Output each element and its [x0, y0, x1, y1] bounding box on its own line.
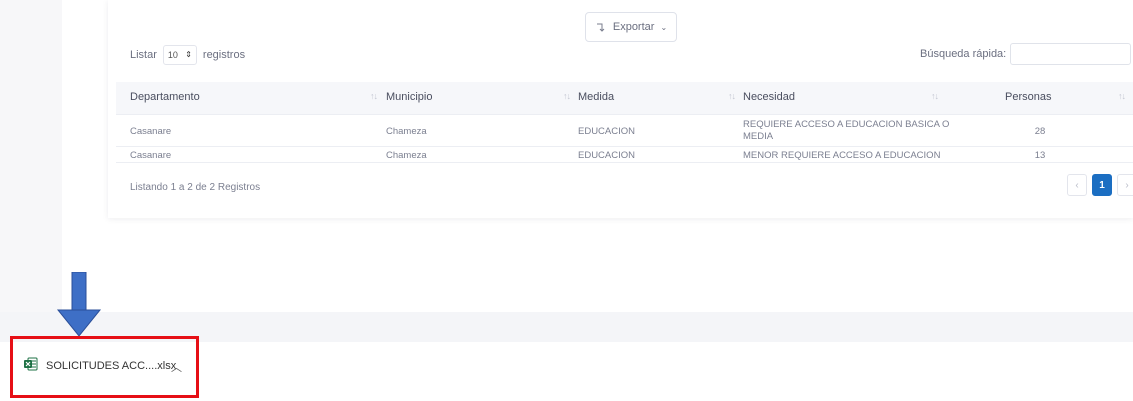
chevron-left-icon: ‹: [1075, 179, 1079, 191]
row-divider: [116, 146, 1133, 147]
cell-personas: 28: [1034, 126, 1046, 137]
cell-departamento: Casanare: [130, 150, 172, 161]
cell-departamento: Casanare: [130, 126, 172, 137]
chevron-right-icon: ›: [1125, 179, 1129, 191]
cell-medida: EDUCACION: [578, 126, 636, 137]
header-personas[interactable]: Personas: [1005, 91, 1051, 103]
header-medida[interactable]: Medida: [578, 91, 614, 103]
sort-icon[interactable]: ↑↓: [1118, 91, 1126, 101]
length-suffix-label: registros: [202, 49, 246, 61]
header-necesidad[interactable]: Necesidad: [743, 91, 795, 103]
header-municipio[interactable]: Municipio: [386, 91, 432, 103]
export-label: Exportar: [612, 21, 655, 33]
pagination-page-button[interactable]: 1: [1092, 174, 1112, 196]
row-divider: [116, 114, 1133, 115]
sort-icon[interactable]: ↑↓: [931, 91, 939, 101]
download-filename: SOLICITUDES ACC....xlsx: [46, 359, 177, 372]
search-label: Búsqueda rápida:: [920, 48, 1007, 60]
page-length-value: 10: [167, 50, 178, 60]
export-icon: [595, 21, 607, 33]
cell-necesidad: REQUIERE ACCESO A EDUCACION BASICA O MED…: [743, 119, 950, 142]
excel-file-icon: [24, 357, 38, 374]
cell-personas: 13: [1034, 150, 1046, 161]
sort-icon[interactable]: ↑↓: [370, 91, 378, 101]
row-divider: [116, 162, 1133, 163]
down-arrow-annotation-icon: [56, 271, 102, 343]
search-input[interactable]: [1010, 43, 1132, 65]
pagination-next-button[interactable]: ›: [1117, 174, 1133, 196]
export-button[interactable]: Exportar ⌄: [585, 12, 677, 42]
pagination: ‹ 1 ›: [1067, 174, 1133, 196]
table-header: [116, 82, 1133, 114]
left-sidebar-strip: [0, 0, 62, 312]
chevron-down-icon: ⌄: [660, 22, 668, 32]
cell-municipio: Chameza: [386, 150, 427, 161]
page-length-select[interactable]: 10 ⇕: [162, 45, 197, 65]
page-length-control: Listar 10 ⇕ registros: [130, 45, 245, 65]
select-arrows-icon: ⇕: [185, 50, 192, 59]
length-prefix-label: Listar: [130, 49, 157, 61]
cell-municipio: Chameza: [386, 126, 427, 137]
download-item[interactable]: SOLICITUDES ACC....xlsx: [24, 357, 176, 374]
cell-necesidad: MENOR REQUIERE ACCESO A EDUCACION: [743, 150, 941, 161]
table-info: Listando 1 a 2 de 2 Registros: [130, 182, 261, 193]
quick-search: Búsqueda rápida:: [920, 43, 1132, 65]
cell-medida: EDUCACION: [578, 150, 636, 161]
chevron-up-icon[interactable]: ︿: [171, 359, 182, 375]
pagination-prev-button[interactable]: ‹: [1067, 174, 1087, 196]
header-departamento[interactable]: Departamento: [130, 91, 200, 103]
sort-icon[interactable]: ↑↓: [728, 91, 736, 101]
sort-icon[interactable]: ↑↓: [563, 91, 571, 101]
page-number: 1: [1099, 179, 1105, 191]
